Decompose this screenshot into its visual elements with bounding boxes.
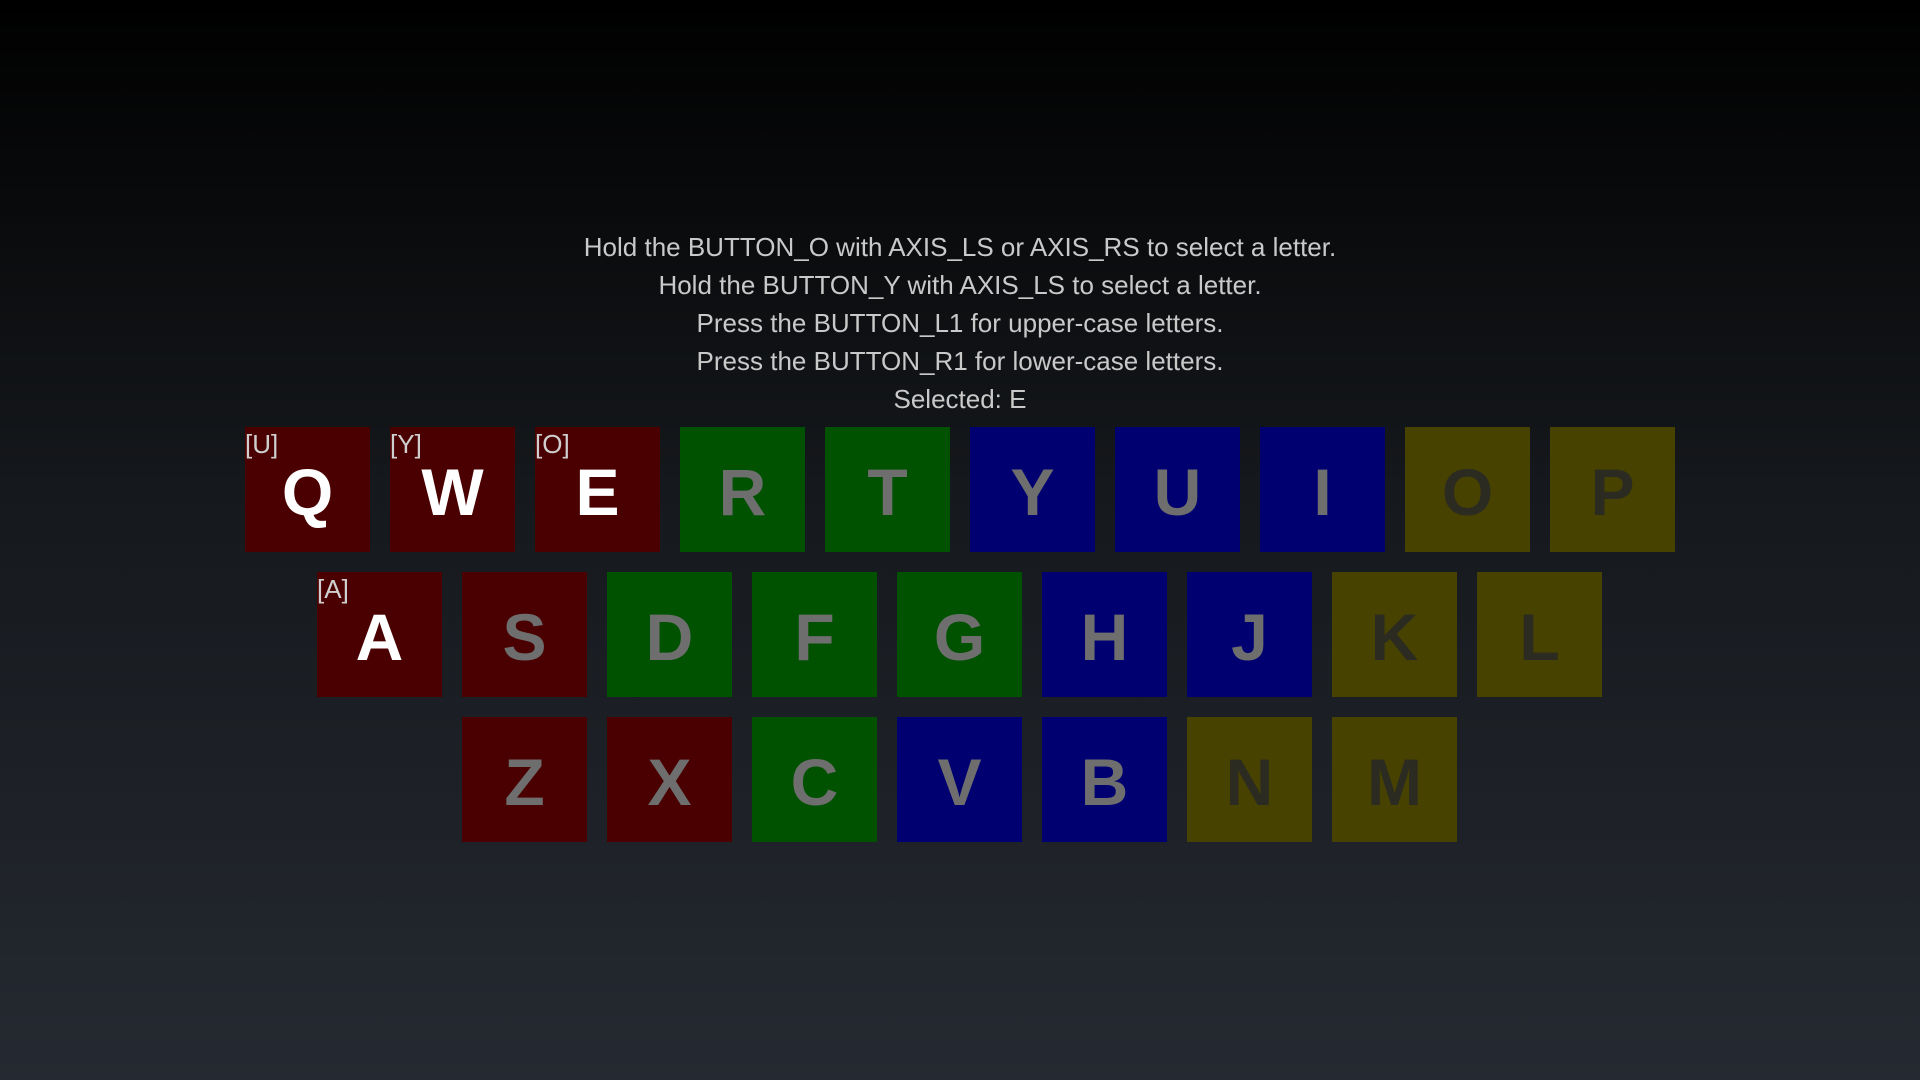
key-button-hint: [O]	[535, 429, 570, 459]
key-label: U	[1153, 455, 1202, 529]
instruction-line-button-o: Hold the BUTTON_O with AXIS_LS or AXIS_R…	[583, 232, 1337, 262]
key-label: L	[1519, 600, 1560, 674]
key-p[interactable]: P	[1550, 427, 1675, 552]
key-l[interactable]: L	[1477, 572, 1602, 697]
key-label: X	[647, 745, 692, 819]
selected-letter-status: Selected: E	[893, 384, 1027, 414]
key-h[interactable]: H	[1042, 572, 1167, 697]
key-button-hint: [A]	[317, 574, 349, 604]
key-q[interactable]: Q [U]	[245, 427, 370, 552]
key-button-hint: [Y]	[390, 429, 422, 459]
key-c[interactable]: C	[752, 717, 877, 842]
key-label: K	[1370, 600, 1419, 674]
key-a[interactable]: A [A]	[317, 572, 442, 697]
instructions: Hold the BUTTON_O with AXIS_LS or AXIS_R…	[0, 228, 1920, 418]
key-x[interactable]: X	[607, 717, 732, 842]
instruction-line-button-l1: Press the BUTTON_L1 for upper-case lette…	[696, 308, 1224, 338]
key-label: H	[1080, 600, 1129, 674]
instruction-line-button-y: Hold the BUTTON_Y with AXIS_LS to select…	[658, 270, 1262, 300]
key-label: V	[937, 745, 982, 819]
key-m[interactable]: M	[1332, 717, 1457, 842]
key-label: B	[1080, 745, 1129, 819]
key-label: I	[1313, 455, 1332, 529]
key-label: T	[867, 455, 908, 529]
instruction-line-button-r1: Press the BUTTON_R1 for lower-case lette…	[696, 346, 1224, 376]
key-o[interactable]: O	[1405, 427, 1530, 552]
key-u[interactable]: U	[1115, 427, 1240, 552]
key-i[interactable]: I	[1260, 427, 1385, 552]
key-label: P	[1590, 455, 1635, 529]
key-t[interactable]: T	[825, 427, 950, 552]
key-j[interactable]: J	[1187, 572, 1312, 697]
key-s[interactable]: S	[462, 572, 587, 697]
key-v[interactable]: V	[897, 717, 1022, 842]
key-label: Y	[1010, 455, 1055, 529]
key-label: G	[933, 600, 986, 674]
key-label: F	[794, 600, 835, 674]
key-label: N	[1225, 745, 1274, 819]
key-d[interactable]: D	[607, 572, 732, 697]
key-b[interactable]: B	[1042, 717, 1167, 842]
key-label: C	[790, 745, 839, 819]
key-label: O	[1441, 455, 1494, 529]
key-n[interactable]: N	[1187, 717, 1312, 842]
key-z[interactable]: Z	[462, 717, 587, 842]
key-r[interactable]: R	[680, 427, 805, 552]
key-label: M	[1367, 745, 1422, 819]
key-label: Z	[504, 745, 545, 819]
key-label: R	[718, 455, 767, 529]
key-label: S	[502, 600, 547, 674]
key-g[interactable]: G	[897, 572, 1022, 697]
key-button-hint: [U]	[245, 429, 279, 459]
key-e[interactable]: E [O]	[535, 427, 660, 552]
key-label: D	[645, 600, 694, 674]
key-w[interactable]: W [Y]	[390, 427, 515, 552]
key-label: J	[1231, 600, 1268, 674]
key-k[interactable]: K	[1332, 572, 1457, 697]
key-y[interactable]: Y	[970, 427, 1095, 552]
key-f[interactable]: F	[752, 572, 877, 697]
